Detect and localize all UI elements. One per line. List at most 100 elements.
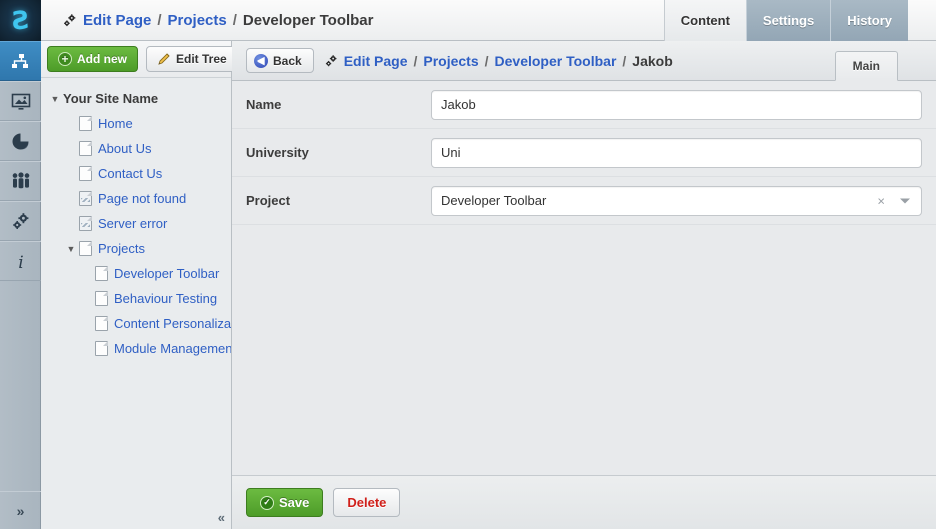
add-new-label: Add new (77, 52, 127, 66)
back-button[interactable]: ◀ Back (246, 48, 314, 73)
field-label-name: Name (246, 97, 431, 112)
tree-item[interactable]: ▼ Projects (41, 236, 231, 261)
form-row-university: University (232, 129, 936, 177)
tree-item[interactable]: Content Personalization (41, 311, 231, 336)
subtab-main[interactable]: Main (835, 51, 898, 81)
svg-text:i: i (18, 253, 23, 271)
page-icon (95, 316, 108, 331)
sidebar-collapse-button[interactable]: « (218, 510, 225, 525)
sidebar-toolbar: + Add new Edit Tree (41, 41, 231, 78)
university-input[interactable] (431, 138, 922, 168)
project-select[interactable]: Developer Toolbar × (431, 186, 922, 216)
page-icon (79, 241, 92, 256)
sitecore-logo[interactable]: S (0, 0, 41, 41)
tree-item-label: Module Management (114, 341, 231, 356)
tree-item-label: Your Site Name (63, 91, 158, 106)
tree-item-label: Projects (98, 241, 145, 256)
tree-item[interactable]: Page not found (41, 186, 231, 211)
breadcrumb-item-projects[interactable]: Projects (168, 12, 227, 29)
add-new-button[interactable]: + Add new (47, 46, 138, 72)
form-row-project: Project Developer Toolbar × (232, 177, 936, 225)
tree-item[interactable]: About Us (41, 136, 231, 161)
breadcrumb-item-edit-page[interactable]: Edit Page (83, 12, 151, 29)
gears-icon (11, 212, 30, 231)
users-icon (11, 172, 31, 190)
error-page-icon (79, 191, 92, 206)
gears-icon (324, 54, 338, 68)
top-header: Edit Page / Projects / Developer Toolbar… (41, 0, 936, 41)
breadcrumb-item-current: Developer Toolbar (243, 12, 374, 29)
edit-tree-button[interactable]: Edit Tree (146, 46, 238, 72)
tree-item-label: Server error (98, 216, 167, 231)
form-row-name: Name (232, 81, 936, 129)
main-breadcrumb-item-developer-toolbar[interactable]: Developer Toolbar (495, 53, 617, 69)
check-icon: ✓ (260, 496, 274, 510)
back-label: Back (273, 54, 302, 68)
breadcrumb: Edit Page / Projects / Developer Toolbar (62, 0, 374, 40)
page-icon (95, 266, 108, 281)
field-label-project: Project (246, 193, 431, 208)
tree-item-label: Home (98, 116, 133, 131)
page-icon (79, 166, 92, 181)
rail-item-analytics[interactable] (0, 121, 41, 161)
tree-item-label: Behaviour Testing (114, 291, 217, 306)
tree-item[interactable]: Contact Us (41, 161, 231, 186)
delete-label: Delete (347, 495, 386, 510)
tree-item-label: Contact Us (98, 166, 162, 181)
breadcrumb-separator: / (157, 12, 161, 29)
tree-item[interactable]: Home (41, 111, 231, 136)
main-breadcrumb-separator: / (485, 53, 489, 69)
field-label-university: University (246, 145, 431, 160)
tree-item[interactable]: Developer Toolbar (41, 261, 231, 286)
error-page-icon (79, 216, 92, 231)
info-icon: i (14, 252, 28, 271)
pie-chart-icon (11, 132, 30, 151)
tree-item-label: Page not found (98, 191, 186, 206)
tree-expander-icon[interactable]: ▼ (63, 244, 79, 254)
tree-item[interactable]: ▼Your Site Name (41, 86, 231, 111)
main-breadcrumb-item-edit-page[interactable]: Edit Page (344, 53, 408, 69)
main-breadcrumb-item-projects[interactable]: Projects (423, 53, 478, 69)
main-panel: ◀ Back (232, 41, 936, 529)
logo-glyph: S (10, 7, 30, 33)
tree-expander-icon[interactable]: ▼ (47, 94, 63, 104)
name-input[interactable] (431, 90, 922, 120)
pencil-icon (157, 52, 171, 66)
rail-item-media[interactable] (0, 81, 41, 121)
app-window: S (0, 0, 936, 529)
form-footer: ✓ Save Delete (232, 475, 936, 529)
tree-item[interactable]: Server error (41, 211, 231, 236)
main-breadcrumb-separator: / (413, 53, 417, 69)
gears-icon (62, 13, 77, 28)
project-select-value: Developer Toolbar (432, 193, 546, 208)
rail-item-users[interactable] (0, 161, 41, 201)
item-form: Name University Project Developer Toolba… (232, 81, 936, 225)
tree-item-label: Content Personalization (114, 316, 231, 331)
icon-rail: S (0, 0, 41, 529)
clear-icon[interactable]: × (877, 193, 885, 208)
chevron-down-icon[interactable] (900, 198, 910, 203)
image-icon (11, 93, 31, 110)
tab-content[interactable]: Content (664, 0, 746, 41)
rail-item-info[interactable]: i (0, 241, 41, 281)
field-control-name (431, 90, 922, 120)
tree-item[interactable]: Behaviour Testing (41, 286, 231, 311)
main-breadcrumb: Edit Page / Projects / Developer Toolbar… (324, 53, 673, 69)
page-icon (95, 291, 108, 306)
page-tree: ▼Your Site NameHomeAbout UsContact UsPag… (41, 78, 231, 498)
page-icon (79, 116, 92, 131)
rail-item-content-tree[interactable] (0, 41, 41, 81)
main-subbar: ◀ Back (232, 41, 936, 81)
page-icon (95, 341, 108, 356)
tab-history[interactable]: History (830, 0, 908, 41)
subbar-inner: ◀ Back (246, 41, 673, 80)
tree-item[interactable]: Module Management (41, 336, 231, 361)
main-subtabs: Main (835, 41, 936, 81)
tab-settings[interactable]: Settings (746, 0, 830, 41)
plus-icon: + (58, 52, 72, 66)
rail-item-settings[interactable] (0, 201, 41, 241)
save-button[interactable]: ✓ Save (246, 488, 323, 517)
delete-button[interactable]: Delete (333, 488, 400, 517)
save-label: Save (279, 495, 309, 510)
rail-expand-button[interactable]: » (0, 491, 41, 529)
